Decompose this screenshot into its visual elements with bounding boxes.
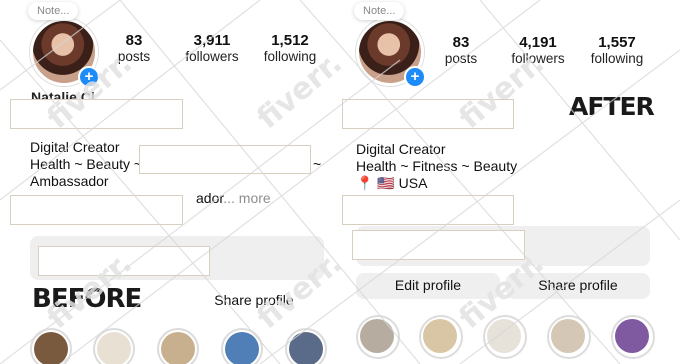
bio-line-4: ador... more <box>196 190 271 207</box>
story-highlight[interactable] <box>356 315 400 359</box>
highlight-thumb <box>615 319 649 353</box>
posts-count: 83 <box>452 34 470 51</box>
more-link[interactable]: ... more <box>223 190 270 206</box>
story-highlight[interactable] <box>419 315 463 359</box>
story-highlight[interactable] <box>547 315 591 359</box>
bio-line-3: 📍 🇺🇸 USA <box>356 175 428 191</box>
story-highlight[interactable] <box>611 315 655 359</box>
following-label: following <box>263 49 317 64</box>
redaction-box <box>342 195 514 225</box>
posts-label: posts <box>444 51 478 66</box>
following-count: 1,557 <box>598 34 636 51</box>
profile-avatar[interactable]: Note... + <box>28 2 100 88</box>
highlight-thumb <box>34 332 68 364</box>
share-profile-button[interactable]: Share profile <box>506 273 650 299</box>
note-bubble[interactable]: Note... <box>28 2 79 20</box>
redaction-box <box>352 230 525 260</box>
before-label: BEFORE <box>32 284 142 314</box>
edit-profile-button[interactable]: Edit profile <box>356 273 500 299</box>
bio-line-1: Digital Creator <box>356 141 446 157</box>
story-highlight[interactable] <box>157 328 199 364</box>
posts-stat[interactable]: 83 posts <box>112 32 156 64</box>
story-highlight[interactable] <box>30 328 72 364</box>
redaction-box <box>38 246 210 276</box>
bio-line-2-end: ~ <box>313 156 322 172</box>
note-bubble[interactable]: Note... <box>354 2 405 20</box>
highlight-thumb <box>97 332 131 364</box>
redaction-box <box>139 145 311 174</box>
followers-label: followers <box>185 49 239 64</box>
redaction-box <box>10 99 183 129</box>
followers-stat[interactable]: 3,911 followers <box>180 32 244 64</box>
highlight-thumb <box>551 319 585 353</box>
following-stat[interactable]: 1,512 following <box>258 32 322 64</box>
following-stat[interactable]: 1,557 following <box>583 34 651 66</box>
after-label: AFTER <box>569 92 655 121</box>
before-profile-panel: Note... + 83 posts 3,911 followers 1,512… <box>0 0 340 364</box>
highlight-thumb <box>423 319 457 353</box>
followers-count: 4,191 <box>519 34 557 51</box>
following-count: 1,512 <box>271 32 309 49</box>
story-highlight[interactable] <box>221 328 263 364</box>
highlight-thumb <box>487 319 521 353</box>
story-highlight[interactable] <box>285 328 327 364</box>
story-highlight[interactable] <box>483 315 527 359</box>
bio-line-2: Health ~ Fitness ~ Beauty <box>356 158 518 174</box>
add-story-plus-icon[interactable]: + <box>78 66 100 88</box>
after-profile-panel: Note... + 83 posts 4,191 followers 1,557… <box>340 0 680 364</box>
followers-stat[interactable]: 4,191 followers <box>506 34 570 66</box>
bio-line-3: Ambassador <box>30 173 109 189</box>
highlight-thumb <box>360 319 394 353</box>
redaction-box <box>10 195 183 225</box>
followers-count: 3,911 <box>193 32 231 49</box>
add-story-plus-icon[interactable]: + <box>404 66 426 88</box>
highlight-thumb <box>225 332 259 364</box>
bio-line-4-text: ador <box>196 190 224 206</box>
profile-name: Natalie Ci... <box>31 89 107 99</box>
profile-avatar[interactable]: Note... + <box>354 2 426 88</box>
bio-line-1: Digital Creator <box>30 139 120 155</box>
followers-label: followers <box>511 51 565 66</box>
bio-line-2: Health ~ Beauty ~ <box>30 156 143 172</box>
posts-count: 83 <box>125 32 143 49</box>
following-label: following <box>590 51 644 66</box>
posts-label: posts <box>117 49 151 64</box>
highlight-thumb <box>161 332 195 364</box>
story-highlight[interactable] <box>93 328 135 364</box>
redaction-box <box>342 99 514 129</box>
posts-stat[interactable]: 83 posts <box>439 34 483 66</box>
highlight-thumb <box>289 332 323 364</box>
share-profile-button[interactable]: Share profile <box>206 288 302 312</box>
